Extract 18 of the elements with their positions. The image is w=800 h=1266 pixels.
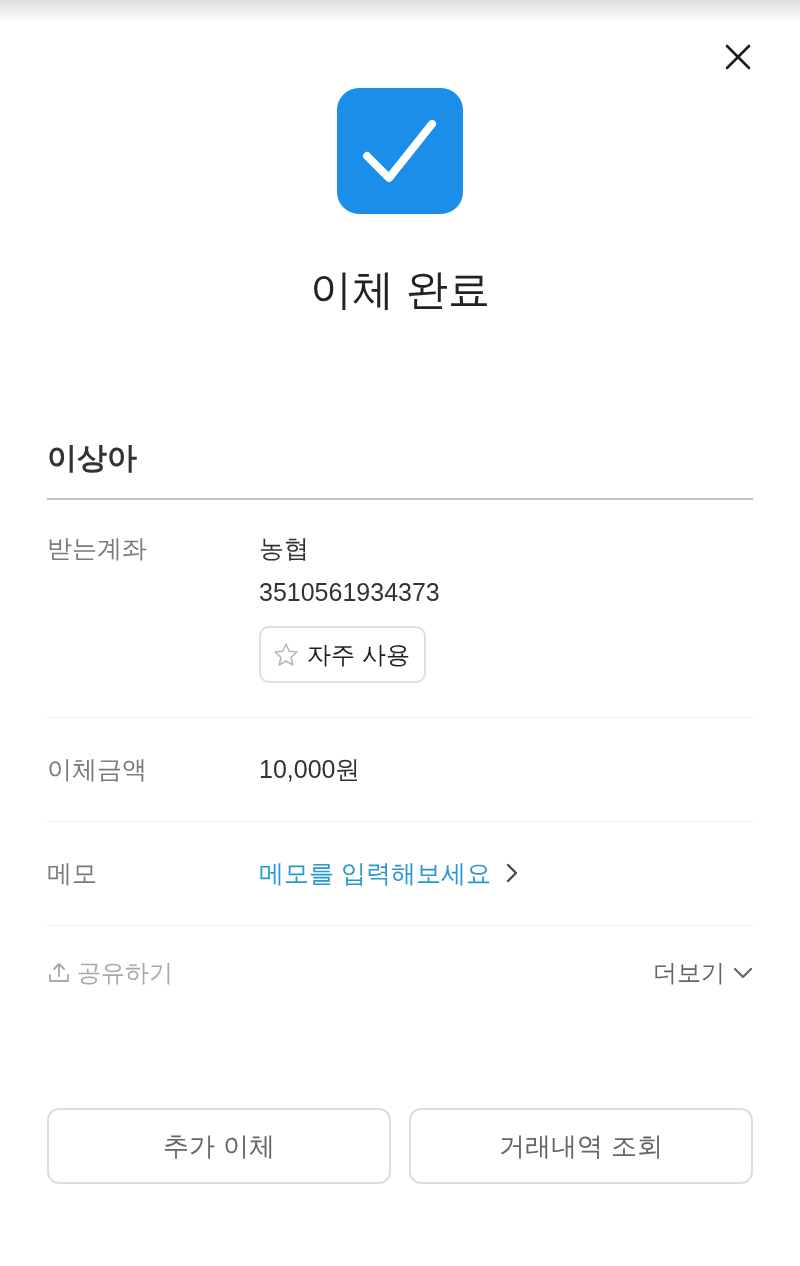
favorite-button[interactable]: 자주 사용 [259,626,426,683]
account-number: 3510561934373 [259,577,440,608]
memo-link[interactable]: 메모를 입력해보세요 [259,851,519,895]
amount-value: 10,000원 [259,754,361,785]
check-icon [337,88,463,214]
close-icon [723,42,753,72]
page-title: 이체 완료 [309,265,491,315]
field-label: 메모 [47,858,98,889]
bank-name: 농협 [259,533,309,564]
field-label: 받는계좌 [47,533,148,564]
action-button[interactable]: 거래내역 조회 [409,1108,753,1184]
close-button[interactable] [723,42,753,72]
action-button[interactable]: 추가 이체 [47,1108,391,1184]
field-label: 이체금액 [47,754,148,785]
more-button[interactable]: 더보기 [653,955,753,991]
recipient-name: 이상아 [47,440,138,476]
chevron-right-icon [504,862,519,884]
share-icon [47,961,71,985]
